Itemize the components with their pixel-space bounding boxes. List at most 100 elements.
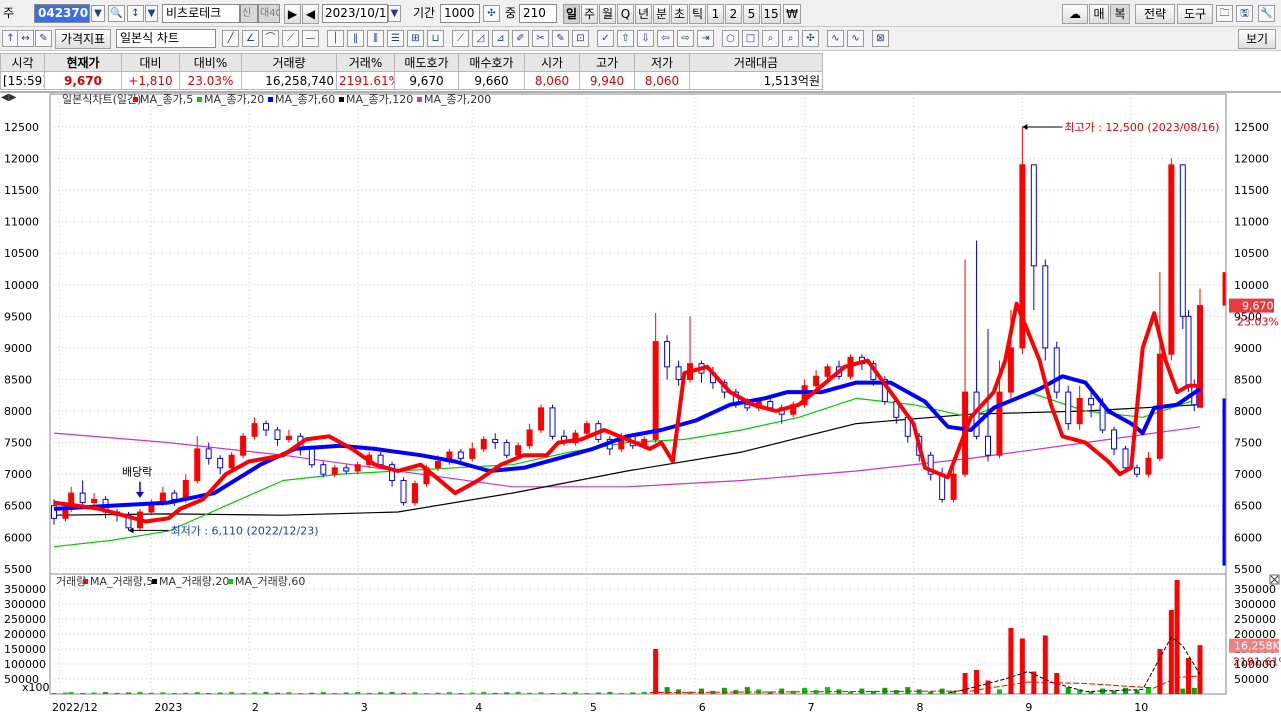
cut-icon[interactable]: ✂ [532, 30, 549, 47]
edit-line-icon[interactable]: ✎ [552, 30, 569, 47]
timeframe-button[interactable]: 5 [743, 4, 760, 24]
quote-header-row: 시각 현재가 대비 대비% 거래량 거래% 매도호가 매수호가 시가 고가 저가 거래대금 [0, 53, 823, 72]
wave-icon[interactable]: ∿ [827, 30, 844, 47]
dropdown-arrow-icon[interactable]: ▼ [91, 5, 105, 22]
chart-type-select[interactable]: 일본식 차트 [116, 29, 216, 48]
folder-icon[interactable]: 🗀 [1216, 5, 1233, 22]
horizontal-move-icon[interactable]: ↔ [17, 30, 34, 47]
volume-bar [378, 692, 384, 694]
cloud-icon[interactable]: ☁ [1062, 4, 1088, 24]
y-tick-label-right: 7500 [1234, 437, 1262, 450]
save-icon[interactable]: 🖫 [1236, 5, 1253, 22]
grid-icon[interactable]: ⊞ [407, 30, 424, 47]
volume-bar [320, 692, 326, 694]
up-icon[interactable]: ⇧ [617, 30, 634, 47]
angle-line-icon[interactable]: ∠ [242, 30, 259, 47]
left-icon[interactable]: ⇦ [657, 30, 674, 47]
candle-body [503, 442, 510, 456]
stock-name-field[interactable]: 비츠로테크 [162, 4, 240, 23]
view-button[interactable]: 보기 [1238, 29, 1276, 49]
edit-icon[interactable]: ✎ [35, 30, 52, 47]
single-view-button[interactable]: 매 [1089, 4, 1109, 24]
prev-arrow-button[interactable]: ◀ [302, 4, 319, 24]
timeframe-button[interactable]: 15 [761, 4, 781, 24]
search-icon[interactable]: 🔍 [108, 5, 125, 22]
panel-expand-icon: ◀▶ [1, 92, 17, 103]
tools-menu-button[interactable]: 도구 [1177, 4, 1213, 24]
multi-line-icon[interactable]: ⫼ [367, 30, 384, 47]
rect-icon[interactable]: □ [742, 30, 759, 47]
candle-body [469, 448, 476, 459]
period-input[interactable]: 1000 [440, 4, 480, 23]
price-chart[interactable]: 5500 55006000 60006500 65007000 70007500 7500… [0, 90, 1281, 714]
next-arrow-button[interactable]: ▶ [284, 4, 301, 24]
triangle-icon[interactable]: ◿ [472, 30, 489, 47]
volume-tick-right: 300000 [1234, 598, 1276, 611]
volume-bar [309, 692, 315, 694]
volume-bar [825, 687, 831, 694]
legend-item: MA_종가,20 [204, 93, 264, 106]
wedge-icon[interactable]: ⊿ [492, 30, 509, 47]
timeframe-button[interactable]: 초 [671, 4, 688, 24]
candle-body [343, 467, 350, 472]
quote-value-cell: 9,670 [394, 71, 459, 90]
trend-line-icon[interactable]: ╱ [222, 30, 239, 47]
pencil-icon[interactable]: ✐ [512, 30, 529, 47]
zoom-in-icon[interactable]: ⌕ [762, 30, 779, 47]
crosshair-icon[interactable]: ✣ [802, 30, 819, 47]
y-tick-label-right: 5500 [1234, 563, 1262, 576]
move-icon[interactable]: ✣ [483, 5, 500, 22]
overlap-input[interactable]: 210 [519, 4, 557, 23]
candle-body [79, 492, 86, 504]
indicator-button[interactable]: 가격지표 [55, 29, 111, 49]
y-tick-label-left: 12500 [4, 121, 39, 134]
timeframe-button[interactable]: 주 [581, 4, 598, 24]
arc-icon[interactable]: ⌒ [262, 30, 279, 47]
candle-body [194, 448, 201, 481]
parallel-line-icon[interactable]: ‖ [347, 30, 364, 47]
down-icon[interactable]: ⇩ [637, 30, 654, 47]
fan-icon[interactable]: ⟋ [282, 30, 299, 47]
volume-bar [389, 691, 395, 694]
timeframe-button[interactable]: 일 [563, 4, 580, 24]
circle-icon[interactable]: ○ [722, 30, 739, 47]
delete-icon[interactable]: ⊠ [872, 30, 889, 47]
timeframe-button[interactable]: 년 [635, 4, 652, 24]
volume-bar [240, 692, 246, 694]
fibonacci-icon[interactable]: ☰ [387, 30, 404, 47]
dropdown-arrow-icon-2[interactable]: ▼ [145, 5, 158, 22]
volume-bar [355, 692, 361, 694]
channel-icon[interactable]: ⊔ [427, 30, 444, 47]
vertical-line-icon[interactable]: │ [327, 30, 344, 47]
timeframe-button[interactable]: 1 [707, 4, 724, 24]
sort-icon[interactable]: ↕ [127, 5, 144, 22]
timeframe-button[interactable]: 2 [725, 4, 742, 24]
volume-legend: 거래량 MA_거래량,5 MA_거래량,20 MA_거래량,60 [56, 575, 305, 588]
strategy-menu-button[interactable]: 전략 [1135, 4, 1175, 24]
timeframe-button[interactable]: Q [617, 4, 634, 24]
tick-chart-icon[interactable]: ₩ [783, 4, 801, 24]
gann-line-icon[interactable]: ⟋ [452, 30, 469, 47]
stock-code-input[interactable]: 042370 [34, 4, 90, 23]
zoom-out-icon[interactable]: ⌕ [782, 30, 799, 47]
timeframe-button[interactable]: 분 [653, 4, 670, 24]
check-icon[interactable]: ✓ [597, 30, 614, 47]
end-icon[interactable]: ⇥ [697, 30, 714, 47]
volume-bar [1088, 691, 1094, 694]
calendar-dropdown-icon[interactable]: ▼ [388, 5, 401, 22]
horizontal-line-icon[interactable]: — [302, 30, 319, 47]
timeframe-button[interactable]: 월 [599, 4, 616, 24]
wave2-icon[interactable]: ∿ [847, 30, 864, 47]
volume-tick-left: 100000 [4, 658, 46, 671]
date-input[interactable]: 2023/10/17 [322, 4, 388, 23]
timeframe-button[interactable]: 틱 [689, 4, 706, 24]
y-tick-label-left: 7000 [4, 468, 32, 481]
candle-body [1145, 457, 1152, 475]
right-icon[interactable]: ⇨ [677, 30, 694, 47]
y-tick-label-right: 10500 [1234, 247, 1269, 260]
wrench-icon[interactable]: 🔧 [1258, 5, 1275, 22]
box-icon[interactable]: ⊡ [572, 30, 589, 47]
legend-swatch [339, 97, 344, 102]
multi-view-button[interactable]: 복 [1110, 4, 1130, 24]
candle-body [171, 492, 178, 500]
